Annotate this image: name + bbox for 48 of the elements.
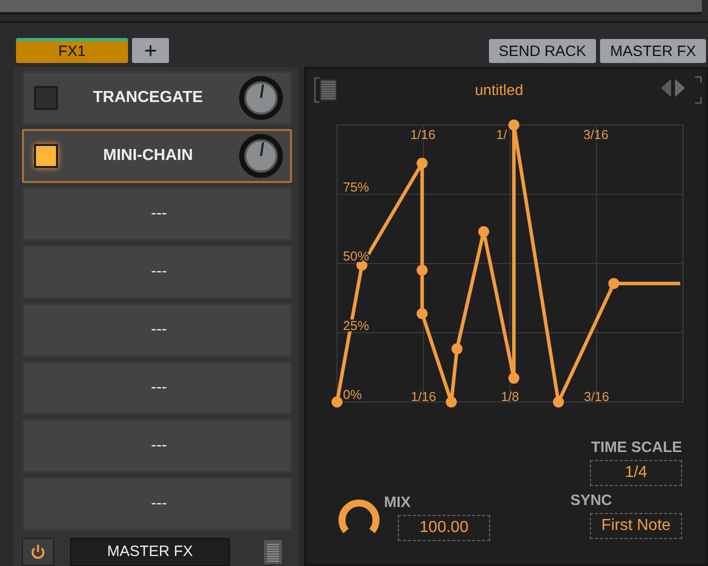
empty-slot[interactable]: --- — [22, 245, 292, 299]
mix-value[interactable]: 100.00 — [398, 515, 490, 541]
envelope-point[interactable] — [416, 264, 428, 276]
effect-slot[interactable]: MINI-CHAIN — [22, 129, 292, 183]
envelope-point[interactable] — [552, 396, 564, 408]
tab[interactable]: + — [132, 38, 169, 63]
envelope-point[interactable] — [508, 372, 520, 384]
mix-label: MIX — [384, 494, 412, 511]
empty-slot[interactable]: --- — [22, 477, 292, 531]
envelope-point[interactable] — [478, 226, 490, 238]
envelope-point[interactable] — [446, 396, 457, 408]
rack-button[interactable]: SEND RACK — [488, 39, 596, 63]
enable-toggle[interactable] — [34, 86, 58, 110]
envelope-point[interactable] — [452, 343, 462, 354]
x-tick-label: 1/16 — [410, 389, 436, 404]
envelope-point[interactable] — [332, 396, 342, 408]
envelope-point[interactable] — [416, 158, 428, 169]
x-tick-label: 1/16 — [410, 127, 436, 142]
y-tick-label: 75% — [343, 179, 370, 194]
empty-slot[interactable]: --- — [22, 361, 292, 415]
preset-title: untitled — [474, 82, 524, 98]
x-tick-label: 3/16 — [583, 127, 608, 142]
enable-toggle[interactable] — [34, 144, 58, 168]
effect-name: TRANCEGATE — [92, 89, 204, 107]
knob-icon[interactable] — [238, 75, 284, 121]
power-icon — [29, 542, 47, 560]
effect-slot[interactable]: TRANCEGATE — [22, 71, 292, 125]
tab[interactable]: FX1 — [16, 38, 128, 63]
time-scale-label: TIME SCALE — [591, 439, 682, 456]
master-fx-button[interactable]: MASTER FX — [70, 538, 230, 566]
sync-label: SYNC — [570, 492, 612, 509]
x-tick-label: 1/ — [496, 127, 507, 142]
power-button[interactable] — [22, 538, 54, 566]
x-tick-label: 3/16 — [584, 389, 610, 404]
empty-slot[interactable]: --- — [22, 187, 292, 241]
rack-button[interactable]: MASTER FX — [600, 39, 706, 63]
list-icon[interactable] — [264, 540, 282, 564]
empty-slot[interactable]: --- — [22, 303, 292, 357]
envelope-point[interactable] — [608, 278, 620, 289]
knob-icon[interactable] — [238, 133, 284, 179]
envelope-point[interactable] — [416, 308, 428, 320]
sync-value[interactable]: First Note — [590, 513, 682, 539]
effect-name: MINI-CHAIN — [102, 147, 194, 165]
y-tick-label: 0% — [343, 387, 362, 402]
envelope-point[interactable] — [508, 120, 520, 130]
time-scale-value[interactable]: 1/4 — [590, 460, 682, 486]
empty-slot[interactable]: --- — [22, 419, 292, 473]
x-tick-label: 1/8 — [500, 389, 520, 404]
